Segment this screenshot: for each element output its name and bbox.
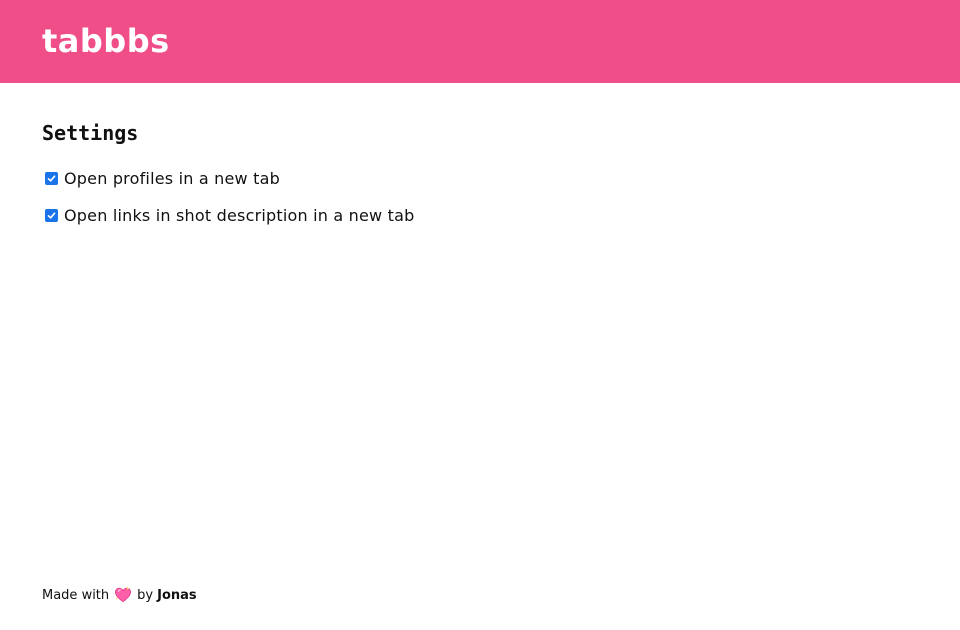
- footer: Made with by Jonas: [42, 586, 197, 604]
- sparkling-heart-icon: [115, 586, 132, 603]
- page: tabbbs Settings Open profiles in a new t…: [0, 0, 960, 630]
- footer-by: by: [137, 587, 154, 603]
- option-open-profiles-new-tab[interactable]: Open profiles in a new tab: [42, 167, 960, 189]
- checkmark-icon: [47, 174, 56, 182]
- footer-made-with: Made with: [42, 587, 110, 603]
- app-title: tabbbs: [42, 21, 170, 60]
- open-links-checkbox[interactable]: [45, 208, 58, 222]
- footer-author[interactable]: Jonas: [157, 588, 197, 603]
- settings-panel: Settings Open profiles in a new tab Open…: [0, 83, 960, 226]
- settings-title: Settings: [42, 121, 139, 145]
- option-open-links-new-tab[interactable]: Open links in shot description in a new …: [42, 204, 960, 226]
- open-links-label[interactable]: Open links in shot description in a new …: [64, 206, 414, 225]
- app-header: tabbbs: [0, 0, 960, 83]
- open-profiles-label[interactable]: Open profiles in a new tab: [64, 169, 280, 188]
- open-profiles-checkbox[interactable]: [45, 171, 58, 185]
- checkmark-icon: [47, 211, 56, 219]
